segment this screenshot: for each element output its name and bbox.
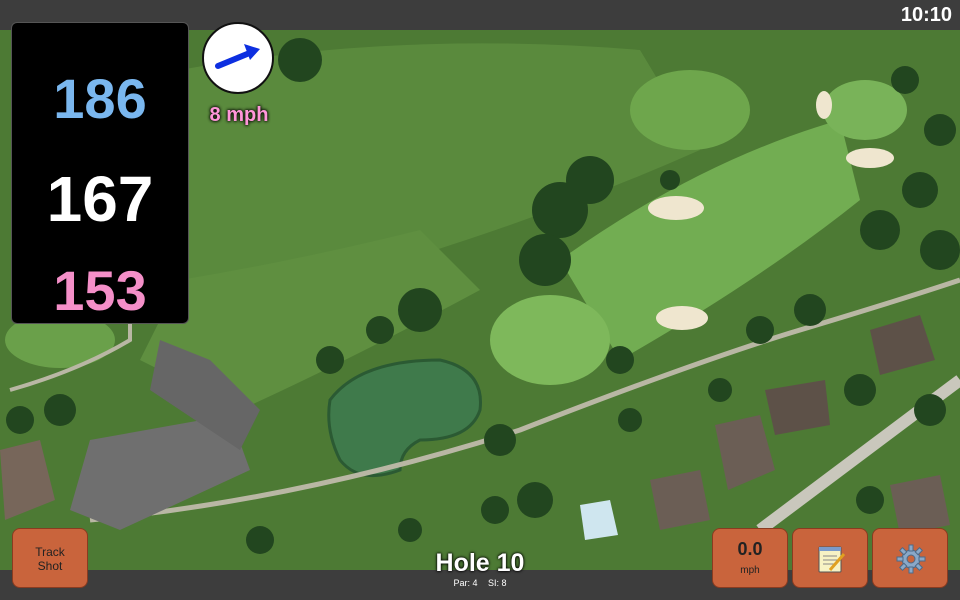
hole-title: Hole 10 <box>435 549 525 577</box>
gear-icon <box>896 544 926 574</box>
wind-speed: 8 mph <box>209 104 269 126</box>
distance-panel: 186 167 153 <box>11 22 189 324</box>
front-distance: 153 <box>53 259 147 322</box>
notes-button[interactable] <box>792 528 868 588</box>
hole-info: Par: 4 SI: 8 <box>380 578 580 588</box>
par-label: Par: 4 <box>453 578 478 588</box>
speed-button[interactable]: 0.0 mph <box>712 528 788 588</box>
back-distance: 186 <box>53 67 147 130</box>
wind-indicator <box>202 22 274 94</box>
wind-arrow-icon <box>215 44 260 69</box>
clock: 10:10 <box>900 4 952 26</box>
track-shot-label-line1: Track <box>35 545 65 559</box>
track-shot-label-line2: Shot <box>37 559 63 573</box>
notepad-icon <box>818 546 846 573</box>
speed-value: 0.0 <box>737 539 763 559</box>
center-distance: 167 <box>46 163 154 235</box>
stroke-index-label: SI: 8 <box>488 578 507 588</box>
track-shot-button[interactable]: Track Shot <box>12 528 88 588</box>
speed-unit: mph <box>740 565 760 576</box>
settings-button[interactable] <box>872 528 948 588</box>
